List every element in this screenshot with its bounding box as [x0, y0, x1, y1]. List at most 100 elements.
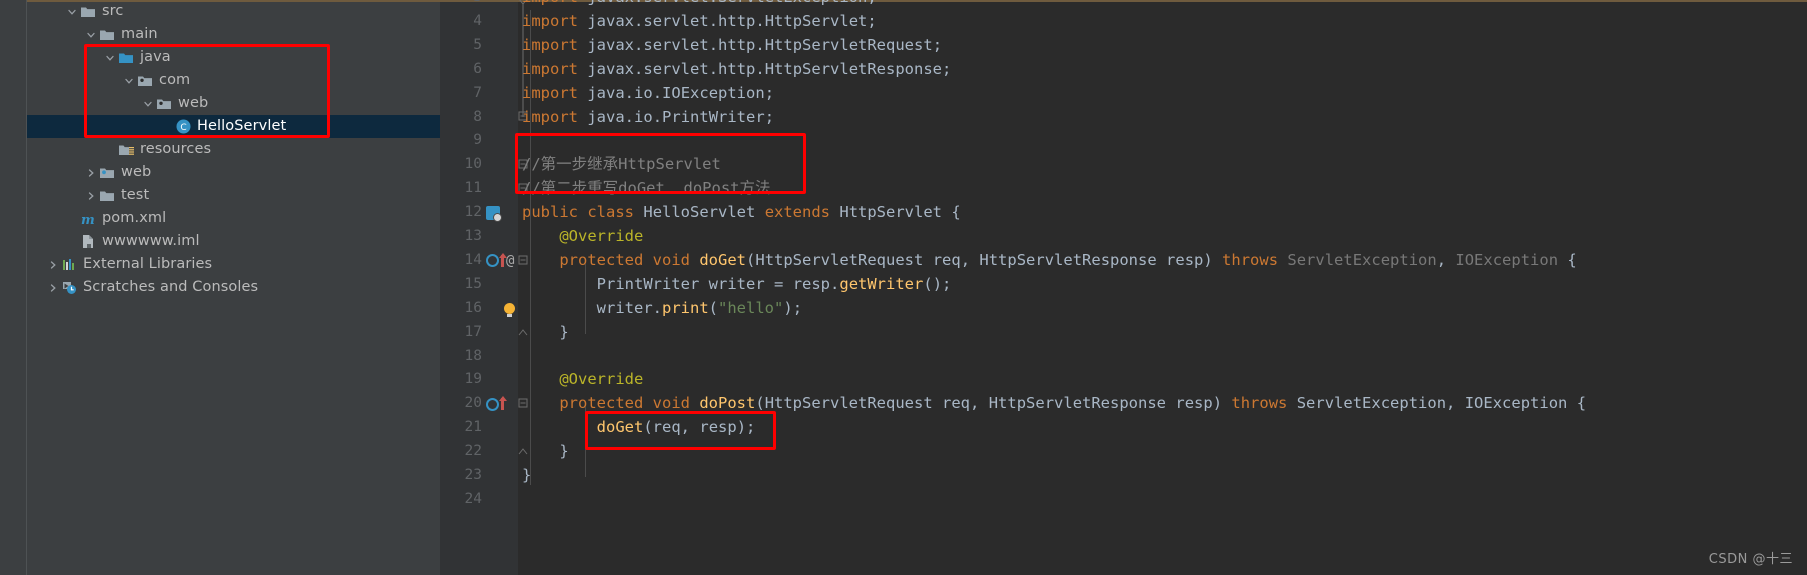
gutter-icons[interactable] — [486, 464, 544, 488]
line-number: 11 — [464, 180, 482, 197]
code-line[interactable]: 4 import javax.servlet.http.HttpServlet; — [440, 9, 1807, 34]
code-line[interactable]: 11 //第二步重写doGet doPost方法 — [440, 177, 1807, 201]
override-method-icon[interactable] — [486, 397, 499, 411]
chevron-down-icon[interactable] — [103, 53, 117, 63]
implementing-arrow-icon[interactable] — [498, 252, 507, 267]
implementing-arrow-icon[interactable] — [498, 396, 507, 411]
code-line-text: import java.io.IOException; — [522, 83, 775, 102]
tree-node-label: resources — [140, 141, 212, 157]
code-editor[interactable]: 3import javax.servlet.ServletException;4… — [440, 0, 1807, 575]
code-line[interactable]: 3 import javax.servlet.ServletException; — [440, 0, 1807, 10]
line-number: 17 — [464, 323, 482, 340]
tree-node-scratches-and-consoles[interactable]: Scratches and Consoles — [27, 276, 440, 299]
code-line-text: @Override — [559, 227, 644, 245]
line-number: 23 — [464, 467, 482, 483]
project-tool-window[interactable]: src main java com web C HelloServlet resources w… — [0, 0, 440, 575]
java-class-icon: C — [174, 119, 192, 134]
code-line[interactable]: 19 @Override — [440, 368, 1807, 392]
sidebar-left-strip — [0, 0, 27, 575]
chevron-right-icon[interactable] — [84, 191, 98, 201]
code-line[interactable]: 14 @ protected void doGet(HttpServletRequ… — [440, 249, 1807, 273]
gutter-icons[interactable] — [486, 345, 544, 369]
code-line[interactable]: 5 import javax.servlet.http.HttpServletRe… — [440, 33, 1807, 58]
line-number: 6 — [473, 60, 482, 77]
gutter-icons[interactable] — [486, 488, 544, 512]
fold-gutter-spacer — [516, 488, 530, 512]
tree-node-label: com — [159, 72, 191, 88]
chevron-down-icon[interactable] — [122, 76, 136, 86]
code-line[interactable]: 7 import java.io.IOException; — [440, 81, 1807, 106]
tree-node-src[interactable]: src — [27, 0, 440, 23]
code-line[interactable]: 9 — [440, 129, 1807, 153]
code-line-text: } — [559, 322, 569, 341]
code-line-text: } — [559, 442, 569, 461]
line-number: 20 — [464, 395, 482, 412]
chevron-down-icon[interactable] — [84, 30, 98, 40]
chevron-right-icon[interactable] — [46, 283, 60, 293]
tree-node-wwwwww-iml[interactable]: wwwwww.iml — [27, 230, 440, 253]
code-line-text: @Override — [559, 370, 644, 389]
tree-node-label: web — [178, 95, 209, 111]
line-number: 9 — [473, 132, 482, 149]
code-line[interactable]: 17 } — [440, 321, 1807, 345]
code-line[interactable]: 12 public class HelloServlet extends Http… — [440, 201, 1807, 225]
code-line-text: import javax.servlet.http.HttpServlet; — [522, 11, 877, 30]
code-line[interactable]: 24 — [440, 488, 1807, 512]
tree-node-web[interactable]: web — [27, 161, 440, 184]
idea-window: src main java com web C HelloServlet resources w… — [0, 0, 1807, 575]
gutter-icons[interactable] — [486, 129, 544, 153]
tree-node-java[interactable]: java — [27, 46, 440, 69]
code-text-area[interactable]: 3import javax.servlet.ServletException;4… — [440, 0, 1807, 575]
package-icon — [155, 97, 173, 111]
code-line-text: import javax.servlet.ServletException; — [522, 0, 877, 10]
code-line[interactable]: 22 } — [440, 440, 1807, 464]
maven-icon: m — [79, 212, 97, 226]
line-number: 4 — [473, 12, 482, 29]
line-number: 24 — [464, 490, 482, 507]
tree-node-label: Scratches and Consoles — [83, 279, 259, 295]
code-line[interactable]: 8 import java.io.PrintWriter; — [440, 105, 1807, 130]
tree-node-label: web — [121, 164, 152, 180]
svg-text:C: C — [180, 123, 186, 133]
tree-node-main[interactable]: main — [27, 23, 440, 46]
chevron-right-icon[interactable] — [46, 260, 60, 270]
code-line-text: import javax.servlet.http.HttpServletRes… — [522, 59, 952, 78]
annotation-at-icon[interactable]: @ — [506, 254, 514, 268]
tree-node-web[interactable]: web — [27, 92, 440, 115]
tree-node-label: java — [140, 49, 171, 65]
line-number: 14 — [464, 251, 482, 268]
chevron-down-icon[interactable] — [65, 7, 79, 17]
tree-node-external-libraries[interactable]: External Libraries — [27, 253, 440, 276]
code-line[interactable]: 16 writer.print("hello"); — [440, 297, 1807, 321]
tree-node-helloservlet[interactable]: C HelloServlet — [27, 115, 440, 138]
tree-node-test[interactable]: test — [27, 184, 440, 207]
tree-node-label: test — [121, 187, 150, 203]
code-line[interactable]: 13 @Override — [440, 225, 1807, 249]
code-line[interactable]: 21 doGet(req, resp); — [440, 416, 1807, 440]
line-number: 3 — [440, 0, 482, 10]
code-line[interactable]: 6 import javax.servlet.http.HttpServletRe… — [440, 57, 1807, 82]
intention-bulb-icon[interactable] — [504, 303, 515, 318]
libraries-icon — [60, 258, 78, 271]
code-line-text: protected void doGet(HttpServletRequest … — [559, 250, 1577, 269]
code-line[interactable]: 18 — [440, 345, 1807, 369]
code-line-text: //第二步重写doGet doPost方法 — [522, 179, 771, 198]
tree-node-com[interactable]: com — [27, 69, 440, 92]
code-line[interactable]: 15 PrintWriter writer = resp.getWriter()… — [440, 273, 1807, 297]
tree-node-resources[interactable]: resources — [27, 138, 440, 161]
spring-bean-icon[interactable] — [486, 206, 502, 223]
override-method-icon[interactable] — [486, 254, 499, 268]
indent-guide-method-dopost — [585, 407, 586, 477]
chevron-right-icon[interactable] — [84, 168, 98, 178]
chevron-down-icon[interactable] — [141, 99, 155, 109]
line-number: 10 — [464, 156, 482, 173]
project-tree[interactable]: src main java com web C HelloServlet resources w… — [27, 0, 440, 299]
code-line[interactable]: 23} — [440, 464, 1807, 488]
code-line-text: import javax.servlet.http.HttpServletReq… — [522, 35, 943, 54]
code-line[interactable]: 10 //第一步继承HttpServlet — [440, 153, 1807, 177]
code-line[interactable]: 20 protected void doPost(HttpServletRequ… — [440, 392, 1807, 416]
tree-node-pom-xml[interactable]: m pom.xml — [27, 207, 440, 230]
folder-icon — [98, 28, 116, 42]
line-number: 18 — [464, 347, 482, 364]
line-number: 16 — [464, 299, 482, 316]
